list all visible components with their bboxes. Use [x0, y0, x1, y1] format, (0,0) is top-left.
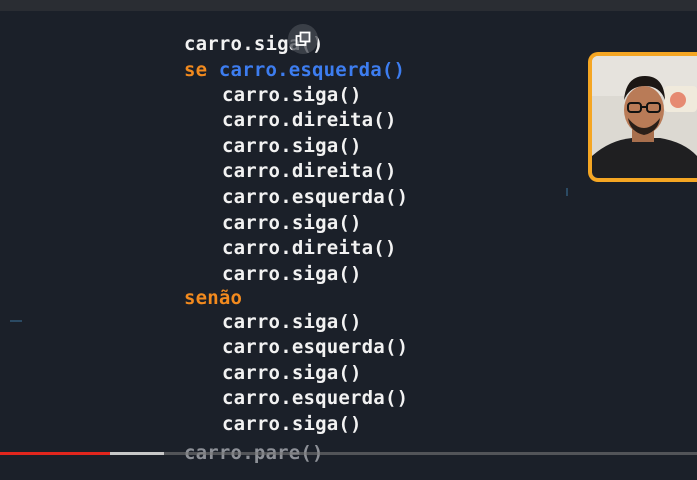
presenter-video	[592, 56, 697, 178]
code-line: carro.direita()	[222, 109, 397, 131]
code-line: carro.siga()	[222, 311, 362, 333]
code-line: carro.esquerda()	[222, 387, 409, 409]
code-line: carro.siga()	[222, 135, 362, 157]
if-condition: carro.esquerda()	[218, 59, 406, 81]
copy-button[interactable]	[288, 24, 318, 54]
code-line: carro.siga()	[222, 263, 362, 285]
if-keyword: se	[184, 59, 208, 81]
code-line: carro.direita()	[222, 237, 397, 259]
if-line: se carro.esquerda()	[184, 59, 405, 81]
code-line: carro.siga()	[222, 362, 362, 384]
webcam-overlay	[588, 52, 697, 182]
copy-icon	[295, 31, 311, 46]
video-progress-bar[interactable]	[0, 452, 697, 455]
code-line: carro.esquerda()	[222, 186, 409, 208]
else-keyword: senão	[184, 287, 243, 309]
played-progress	[0, 452, 111, 455]
code-line: carro.siga()	[222, 84, 362, 106]
code-line: carro.siga()	[222, 212, 362, 234]
code-line: carro.direita()	[222, 160, 397, 182]
code-line: carro.esquerda()	[222, 336, 409, 358]
code-line: carro.siga()	[222, 413, 362, 435]
